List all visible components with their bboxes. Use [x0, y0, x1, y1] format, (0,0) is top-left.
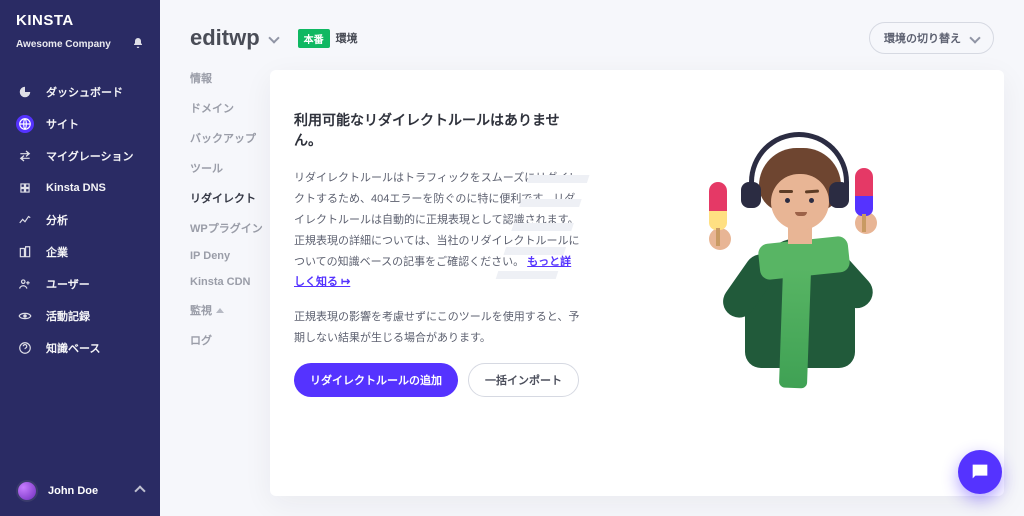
popsicle-icon [709, 182, 727, 230]
sec-nav-label: 監視 [190, 302, 212, 318]
sec-nav-label: ツール [190, 160, 223, 176]
user-name: John Doe [48, 485, 126, 497]
sec-nav-domains[interactable]: ドメイン [190, 100, 270, 116]
sec-nav-label: ログ [190, 332, 212, 348]
sidebar-item-dns[interactable]: Kinsta DNS [0, 172, 160, 204]
page-body: 情報 ドメイン バックアップ ツール リダイレクト WPプラグイン IP Den… [160, 70, 1024, 516]
primary-sidebar: KINSTA Awesome Company ダッシュボード サイト マイグレー… [0, 0, 160, 516]
company-row[interactable]: Awesome Company [0, 33, 160, 66]
sec-nav-label: リダイレクト [190, 190, 256, 206]
primary-nav: ダッシュボード サイト マイグレーション Kinsta DNS 分析 企業 ユー… [0, 66, 160, 466]
topbar: editwp 本番 環境 環境の切り替え [160, 0, 1024, 70]
sec-nav-monitoring[interactable]: 監視 [190, 302, 270, 318]
page: editwp 本番 環境 環境の切り替え 情報 ドメイン バックアップ ツール … [160, 0, 1024, 516]
sec-nav-label: WPプラグイン [190, 220, 263, 236]
sidebar-item-label: ダッシュボード [46, 84, 123, 100]
company-name: Awesome Company [16, 39, 111, 50]
person-illustration [677, 120, 907, 370]
sec-nav-info[interactable]: 情報 [190, 70, 270, 86]
user-row[interactable]: John Doe [0, 466, 160, 516]
brand: KINSTA [0, 0, 160, 33]
sidebar-item-label: マイグレーション [46, 148, 134, 164]
sidebar-item-activity[interactable]: 活動記録 [0, 300, 160, 332]
chevron-up-icon [134, 485, 145, 496]
sec-nav-redirects[interactable]: リダイレクト [190, 190, 270, 206]
site-selector[interactable]: editwp [190, 25, 278, 51]
site-icon [16, 115, 34, 133]
sidebar-item-knowledge[interactable]: 知識ベース [0, 332, 160, 364]
sidebar-item-analytics[interactable]: 分析 [0, 204, 160, 236]
activity-icon [16, 307, 34, 325]
sidebar-item-sites[interactable]: サイト [0, 108, 160, 140]
sidebar-item-label: 企業 [46, 244, 68, 260]
analytics-icon [16, 211, 34, 229]
env-badge: 本番 環境 [298, 29, 358, 48]
sidebar-item-migration[interactable]: マイグレーション [0, 140, 160, 172]
sidebar-item-company[interactable]: 企業 [0, 236, 160, 268]
button-row: リダイレクトルールの追加 一括インポート [294, 363, 580, 397]
sidebar-item-label: サイト [46, 116, 79, 132]
sidebar-item-label: 知識ベース [46, 340, 100, 356]
sec-nav-wpplugins[interactable]: WPプラグイン [190, 220, 270, 236]
add-redirect-button[interactable]: リダイレクトルールの追加 [294, 363, 458, 397]
sidebar-item-users[interactable]: ユーザー [0, 268, 160, 300]
sec-nav-label: Kinsta CDN [190, 276, 251, 288]
sidebar-item-label: Kinsta DNS [46, 182, 106, 194]
card-paragraph-2: 正規表現の影響を考慮せずにこのツールを使用すると、予期しない結果が生じる場合があ… [294, 307, 580, 349]
illustration [580, 110, 1004, 496]
env-switch-button[interactable]: 環境の切り替え [869, 22, 994, 54]
chevron-down-icon [969, 32, 980, 43]
help-chat-button[interactable] [958, 450, 1002, 494]
sec-nav-cdn[interactable]: Kinsta CDN [190, 276, 270, 288]
sidebar-item-label: 活動記録 [46, 308, 90, 324]
dns-icon [16, 179, 34, 197]
sec-nav-logs[interactable]: ログ [190, 332, 270, 348]
sidebar-item-dashboard[interactable]: ダッシュボード [0, 76, 160, 108]
sec-nav-backups[interactable]: バックアップ [190, 130, 270, 146]
site-name: editwp [190, 25, 260, 51]
migration-icon [16, 147, 34, 165]
redirects-empty-card: 利用可能なリダイレクトルールはありません。 リダイレクトルールはトラフィックをス… [270, 70, 1004, 496]
card-text: 利用可能なリダイレクトルールはありません。 リダイレクトルールはトラフィックをス… [270, 110, 580, 496]
sidebar-item-label: 分析 [46, 212, 68, 228]
popsicle-icon [855, 168, 873, 216]
sec-nav-label: バックアップ [190, 130, 256, 146]
bulk-import-button[interactable]: 一括インポート [468, 363, 579, 397]
users-icon [16, 275, 34, 293]
card-heading: 利用可能なリダイレクトルールはありません。 [294, 110, 580, 150]
env-tag: 本番 [298, 29, 330, 48]
logo: KINSTA [16, 12, 74, 29]
sec-nav-label: IP Deny [190, 250, 230, 262]
dashboard-icon [16, 83, 34, 101]
sec-nav-tools[interactable]: ツール [190, 160, 270, 176]
avatar [16, 480, 38, 502]
notifications-icon[interactable] [132, 37, 144, 52]
caret-up-icon [216, 308, 224, 313]
secondary-nav: 情報 ドメイン バックアップ ツール リダイレクト WPプラグイン IP Den… [180, 70, 270, 496]
env-label: 環境 [336, 30, 358, 46]
company-icon [16, 243, 34, 261]
sec-nav-ipdeny[interactable]: IP Deny [190, 250, 270, 262]
sidebar-item-label: ユーザー [46, 276, 90, 292]
chevron-down-icon [268, 32, 279, 43]
sec-nav-label: 情報 [190, 70, 212, 86]
knowledge-icon [16, 339, 34, 357]
sec-nav-label: ドメイン [190, 100, 234, 116]
env-switch-label: 環境の切り替え [884, 30, 961, 46]
